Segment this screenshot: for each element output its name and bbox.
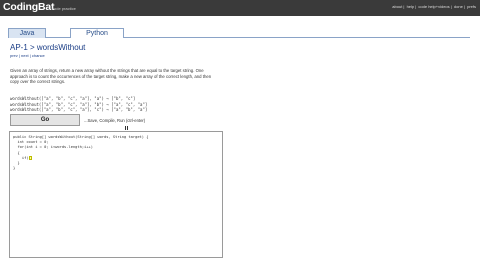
- link-about[interactable]: about: [392, 4, 402, 9]
- tab-python[interactable]: Python: [70, 28, 124, 38]
- top-links: about | help | code help+videos | done |…: [392, 4, 476, 9]
- site-logo[interactable]: CodingBat: [3, 1, 54, 13]
- link-prefs[interactable]: prefs: [467, 4, 476, 9]
- code-editor[interactable]: public String[] wordsWithout(String[] wo…: [9, 131, 223, 258]
- link-code-help[interactable]: code help+videos: [418, 4, 449, 9]
- code-line: }: [13, 166, 16, 171]
- go-hint: ...Save, Compile, Run (ctrl-enter): [84, 118, 146, 123]
- examples: wordsWithout(["a", "b", "c", "a"], "a") …: [10, 96, 147, 113]
- site-tagline: code practice: [52, 6, 76, 11]
- text-cursor-icon: [28, 155, 32, 160]
- problem-nav[interactable]: prev | next | chance: [10, 53, 45, 58]
- link-help[interactable]: help: [407, 4, 415, 9]
- link-done[interactable]: done: [454, 4, 463, 9]
- example-line: wordsWithout(["a", "b", "c", "a"], "c") …: [10, 107, 148, 112]
- code-text[interactable]: public String[] wordsWithout(String[] wo…: [13, 135, 148, 171]
- site-header: CodingBat code practice about | help | c…: [0, 0, 480, 16]
- breadcrumb[interactable]: AP-1 > wordsWithout: [10, 43, 85, 52]
- problem-description: Given an array of strings, return a new …: [10, 68, 212, 84]
- mouse-cursor-icon: [125, 126, 128, 130]
- example-line: wordsWithout(["a", "b", "c", "a"], "a") …: [10, 96, 136, 101]
- go-button[interactable]: Go: [10, 114, 80, 126]
- code-line-text: if(: [13, 155, 29, 160]
- tab-java[interactable]: Java: [8, 28, 46, 38]
- screen: CodingBat code practice about | help | c…: [0, 0, 480, 270]
- language-tabs: Java Python: [8, 28, 470, 38]
